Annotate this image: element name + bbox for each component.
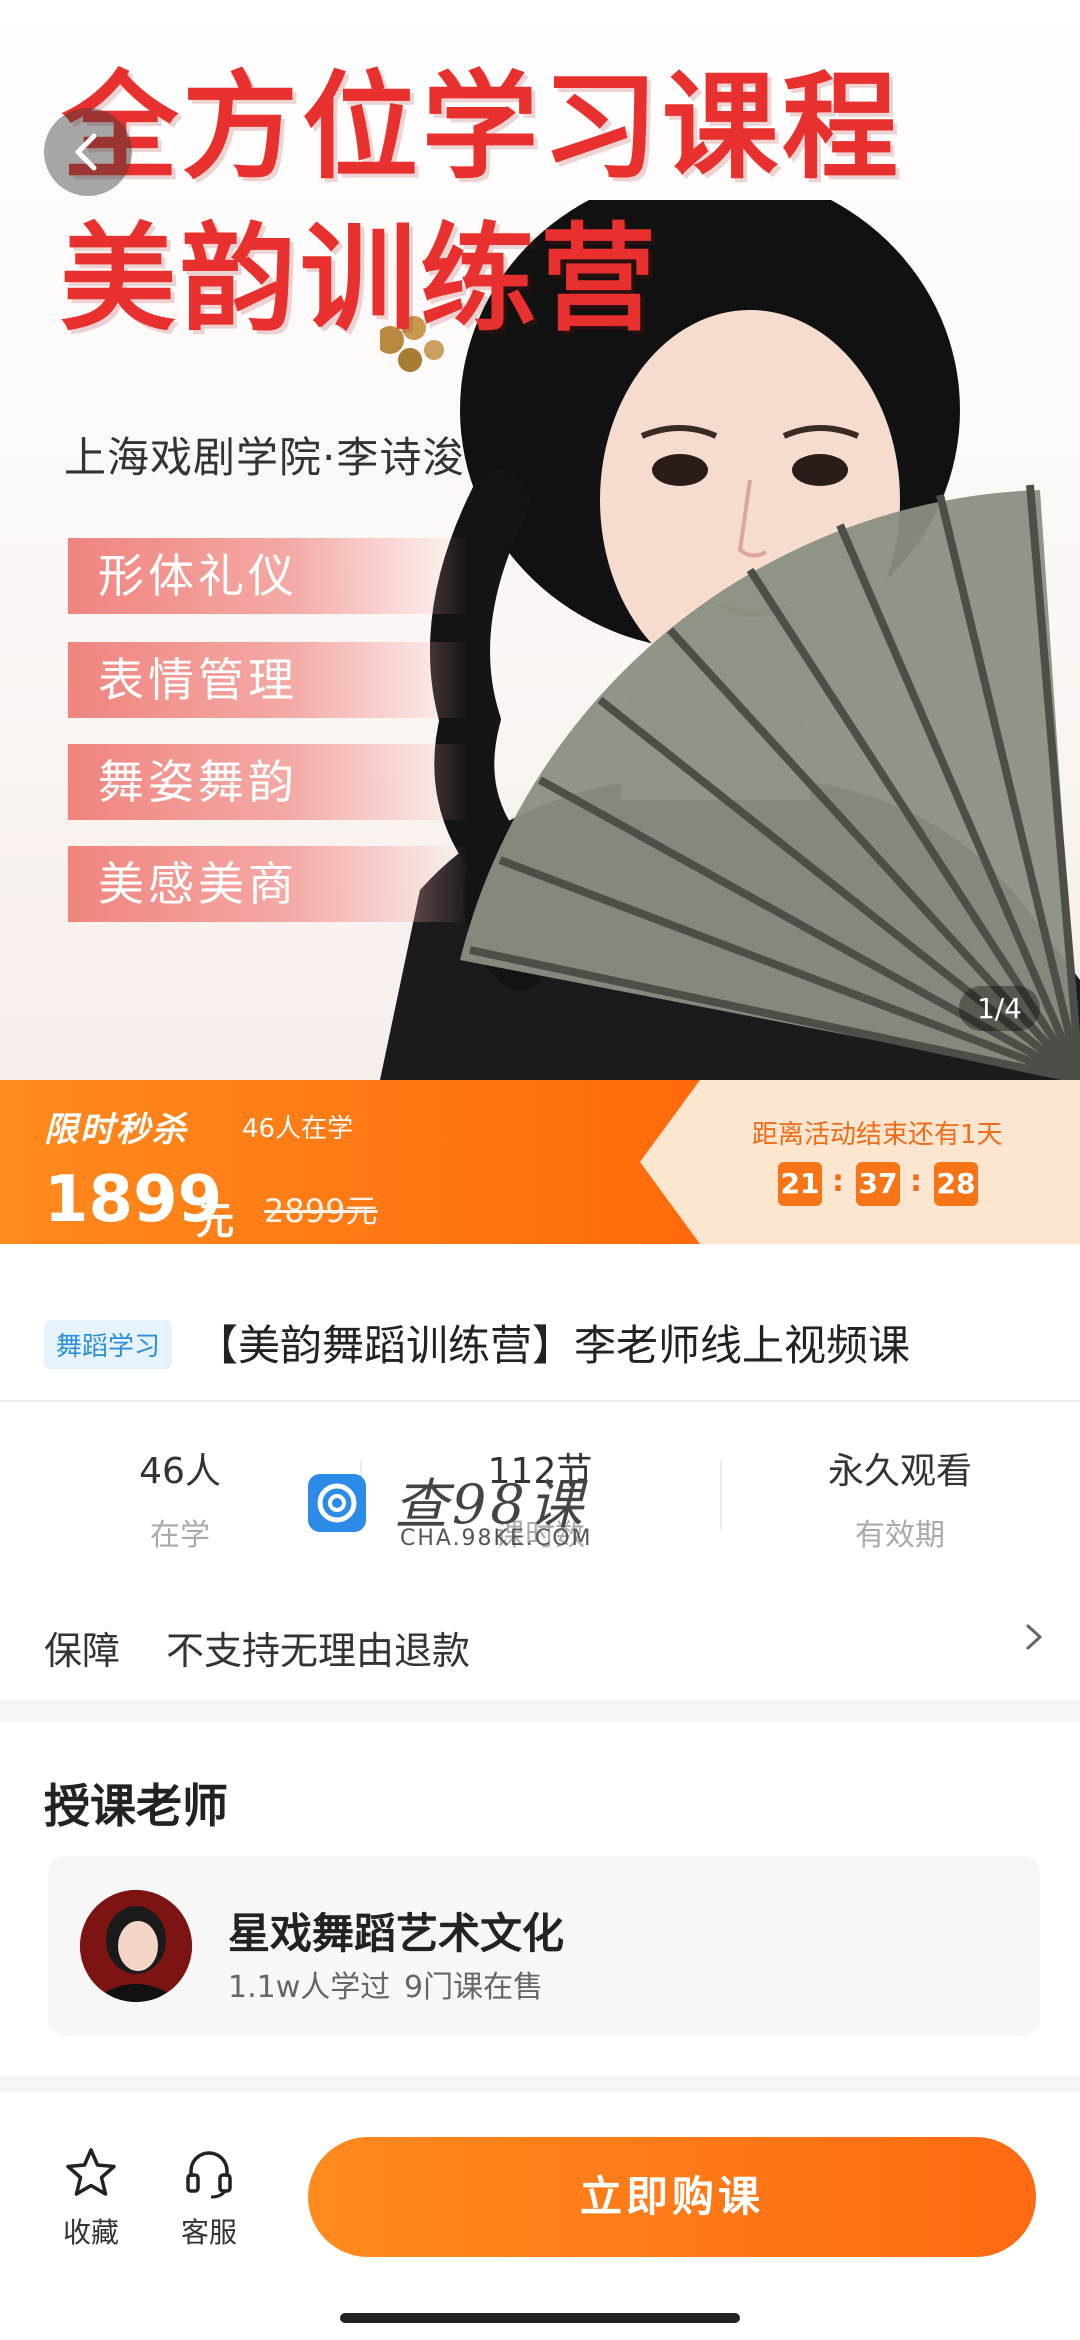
teacher-avatar — [80, 1890, 192, 2002]
guarantee-row[interactable]: 保障 不支持无理由退款 — [0, 1578, 1080, 1696]
guarantee-label: 保障 — [44, 1629, 121, 1673]
guarantee-text: 不支持无理由退款 — [166, 1629, 471, 1673]
price-unit: 元 — [196, 1199, 235, 1243]
hero-tag: 舞姿舞韵 — [68, 744, 468, 820]
flash-sale-label: 限时秒杀 — [44, 1110, 188, 1150]
course-title-row: 舞蹈学习 【美韵舞蹈训练营】李老师线上视频课 — [0, 1244, 1080, 1400]
flash-sale-bar: 限时秒杀 46人在学 1899 元 2899元 距离活动结束还有1天 21 : … — [0, 1080, 1080, 1244]
course-title: 【美韵舞蹈训练营】李老师线上视频课 — [196, 1321, 911, 1370]
countdown-minutes: 37 — [856, 1162, 900, 1206]
hero-title-line-2: 美韵训练营 — [60, 212, 660, 347]
teacher-section-heading: 授课老师 — [44, 1779, 228, 1833]
teacher-course-count: 9门课在售 — [404, 1970, 544, 2005]
original-price: 2899元 — [264, 1192, 378, 1230]
category-badge: 舞蹈学习 — [44, 1320, 173, 1369]
section-gap — [0, 2076, 1080, 2090]
favorite-button[interactable]: 收藏 — [46, 2145, 136, 2251]
stat-validity: 永久观看 有效期 — [720, 1442, 1080, 1554]
stat-value: 永久观看 — [827, 1451, 972, 1492]
buy-now-button[interactable]: 立即购课 — [308, 2137, 1036, 2257]
hero-title-line-1: 全方位学习课程 — [62, 60, 902, 195]
hero-tag: 美感美商 — [68, 846, 468, 922]
customer-service-label: 客服 — [180, 2216, 237, 2249]
chevron-right-icon — [1026, 1624, 1042, 1650]
hero-banner[interactable]: 全方位学习课程 美韵训练营 上海戏剧学院·李诗浚 形体礼仪 表情管理 舞姿舞韵 … — [0, 0, 1080, 1080]
countdown-label: 距离活动结束还有1天 — [752, 1120, 1003, 1150]
countdown-separator: : — [910, 1164, 922, 1199]
countdown-hours: 21 — [778, 1162, 822, 1206]
hero-subtitle: 上海戏剧学院·李诗浚 — [64, 433, 466, 482]
chevron-left-icon — [75, 133, 97, 171]
watermark: 查98课 CHA.98KE.COM — [304, 1460, 604, 1564]
watermark-logo-icon — [308, 1474, 366, 1532]
headset-icon — [186, 2151, 232, 2199]
teacher-card[interactable]: 星戏舞蹈艺术文化 1.1w人学过 9门课在售 — [48, 1856, 1040, 2036]
teacher-name: 星戏舞蹈艺术文化 — [228, 1909, 565, 1958]
customer-service-button[interactable]: 客服 — [164, 2145, 254, 2251]
learners-count: 46人在学 — [242, 1114, 354, 1144]
watermark-domain: CHA.98KE.COM — [400, 1526, 593, 1551]
hero-tag: 表情管理 — [68, 642, 468, 718]
bottom-action-bar: 收藏 客服 立即购课 — [0, 2090, 1080, 2340]
favorite-label: 收藏 — [62, 2216, 119, 2249]
image-counter: 1/4 — [958, 986, 1040, 1031]
section-gap — [0, 1700, 1080, 1722]
hero-tag: 形体礼仪 — [68, 538, 468, 614]
back-button[interactable] — [44, 108, 132, 196]
stat-label: 有效期 — [855, 1518, 945, 1553]
countdown-seconds: 28 — [934, 1162, 978, 1206]
countdown-separator: : — [832, 1164, 844, 1199]
teacher-learned-count: 1.1w人学过 — [228, 1970, 391, 2005]
star-icon — [66, 2148, 116, 2196]
home-indicator — [340, 2313, 740, 2323]
